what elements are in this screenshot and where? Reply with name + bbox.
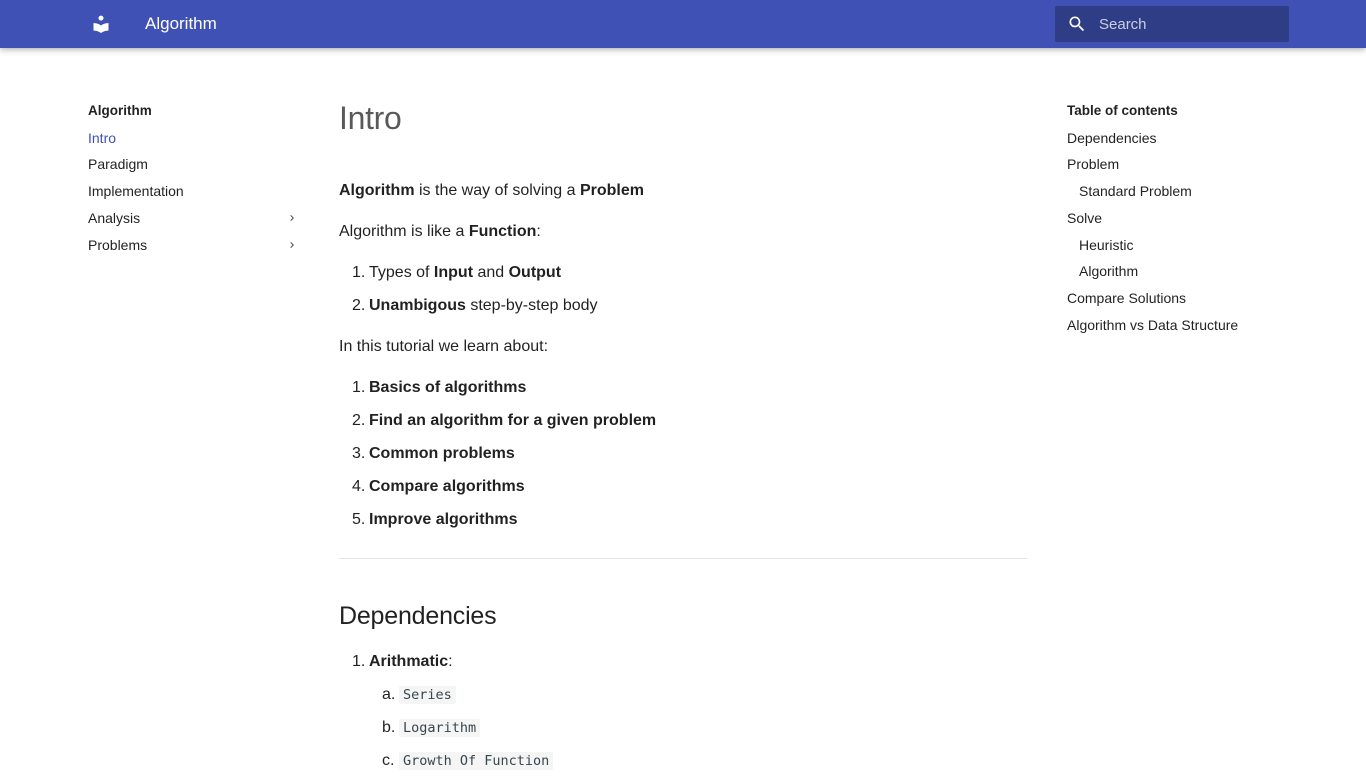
text: is the way of solving a bbox=[414, 182, 580, 199]
nav-item-paradigm[interactable]: Paradigm bbox=[88, 151, 300, 178]
text: : bbox=[536, 223, 541, 240]
bold-text: Arithmatic bbox=[369, 653, 449, 670]
table-of-contents: Table of contents Dependencies Problem S… bbox=[1067, 101, 1297, 339]
list-text: Find an algorithm for a given problem bbox=[369, 412, 657, 429]
list-text: Common problems bbox=[369, 445, 515, 462]
inline-code: Growth Of Function bbox=[399, 752, 554, 770]
intro-paragraph: Algorithm is the way of solving a Proble… bbox=[339, 179, 644, 203]
page-title: Intro bbox=[339, 100, 402, 136]
bold-text: Function bbox=[468, 223, 537, 240]
list-number: 5. bbox=[352, 511, 366, 528]
nav-item-label: Analysis bbox=[88, 209, 141, 226]
search-icon bbox=[1069, 16, 1085, 32]
primary-navigation: Algorithm Intro Paradigm Implementation … bbox=[88, 101, 300, 258]
bold-text: Problem bbox=[579, 182, 644, 199]
inline-code: Logarithm bbox=[399, 719, 481, 737]
list-letter: c. bbox=[382, 752, 395, 769]
bold-text: Output bbox=[508, 264, 562, 281]
list-text: Compare algorithms bbox=[369, 478, 525, 495]
list-number: 1. bbox=[352, 264, 366, 281]
nav-item-problems[interactable]: Problems bbox=[88, 232, 300, 259]
list-number: 4. bbox=[352, 478, 366, 495]
site-title[interactable]: Algorithm bbox=[145, 13, 217, 35]
nav-title: Algorithm bbox=[88, 103, 152, 118]
list-number: 2. bbox=[352, 297, 366, 314]
list-letter: b. bbox=[382, 719, 396, 736]
list-text: Basics of algorithms bbox=[369, 379, 527, 396]
toc-item-algorithm[interactable]: Algorithm bbox=[1067, 258, 1297, 285]
text: Types of bbox=[369, 264, 434, 281]
section-heading-dependencies: Dependencies bbox=[339, 602, 497, 630]
toc-item-compare-solutions[interactable]: Compare Solutions bbox=[1067, 285, 1297, 312]
toc-item-algorithm-vs-data-structure[interactable]: Algorithm vs Data Structure bbox=[1067, 312, 1297, 339]
bold-text: Input bbox=[433, 264, 474, 281]
tutorial-paragraph: In this tutorial we learn about: bbox=[339, 338, 549, 355]
list-number: 2. bbox=[352, 412, 366, 429]
bold-text: Algorithm bbox=[339, 182, 415, 199]
nav-item-label: Paradigm bbox=[88, 156, 148, 173]
toc-item-dependencies[interactable]: Dependencies bbox=[1067, 125, 1297, 152]
nav-item-label: Problems bbox=[88, 236, 148, 253]
toc-title: Table of contents bbox=[1067, 103, 1178, 118]
text: : bbox=[448, 653, 453, 670]
inline-code: Series bbox=[399, 686, 456, 704]
nav-item-label: Implementation bbox=[88, 183, 184, 200]
top-app-bar: Algorithm bbox=[0, 0, 1366, 48]
nav-item-implementation[interactable]: Implementation bbox=[88, 178, 300, 205]
text: and bbox=[473, 264, 509, 281]
chevron-right-icon[interactable] bbox=[286, 239, 298, 251]
list-number: 1. bbox=[352, 653, 366, 670]
text: step-by-step body bbox=[465, 297, 598, 314]
book-reader-icon[interactable] bbox=[88, 12, 114, 36]
search-box[interactable] bbox=[1055, 6, 1289, 42]
chevron-right-icon[interactable] bbox=[286, 212, 298, 224]
search-input[interactable] bbox=[1099, 6, 1285, 42]
toc-item-problem[interactable]: Problem bbox=[1067, 151, 1297, 178]
toc-item-solve[interactable]: Solve bbox=[1067, 205, 1297, 232]
divider bbox=[339, 558, 1027, 559]
list-number: 3. bbox=[352, 445, 366, 462]
nav-item-analysis[interactable]: Analysis bbox=[88, 205, 300, 232]
article-content: Intro Algorithm is the way of solving a … bbox=[339, 96, 1027, 770]
bold-text: Unambigous bbox=[369, 297, 466, 314]
function-paragraph: Algorithm is like a Function: bbox=[339, 220, 541, 244]
list-number: 1. bbox=[352, 379, 366, 396]
list-text: Improve algorithms bbox=[369, 511, 518, 528]
toc-item-standard-problem[interactable]: Standard Problem bbox=[1067, 178, 1297, 205]
text: Algorithm is like a bbox=[339, 223, 469, 240]
list-letter: a. bbox=[382, 686, 396, 703]
nav-item-label: Intro bbox=[88, 129, 117, 146]
toc-item-heuristic[interactable]: Heuristic bbox=[1067, 232, 1297, 259]
nav-item-intro[interactable]: Intro bbox=[88, 125, 300, 152]
